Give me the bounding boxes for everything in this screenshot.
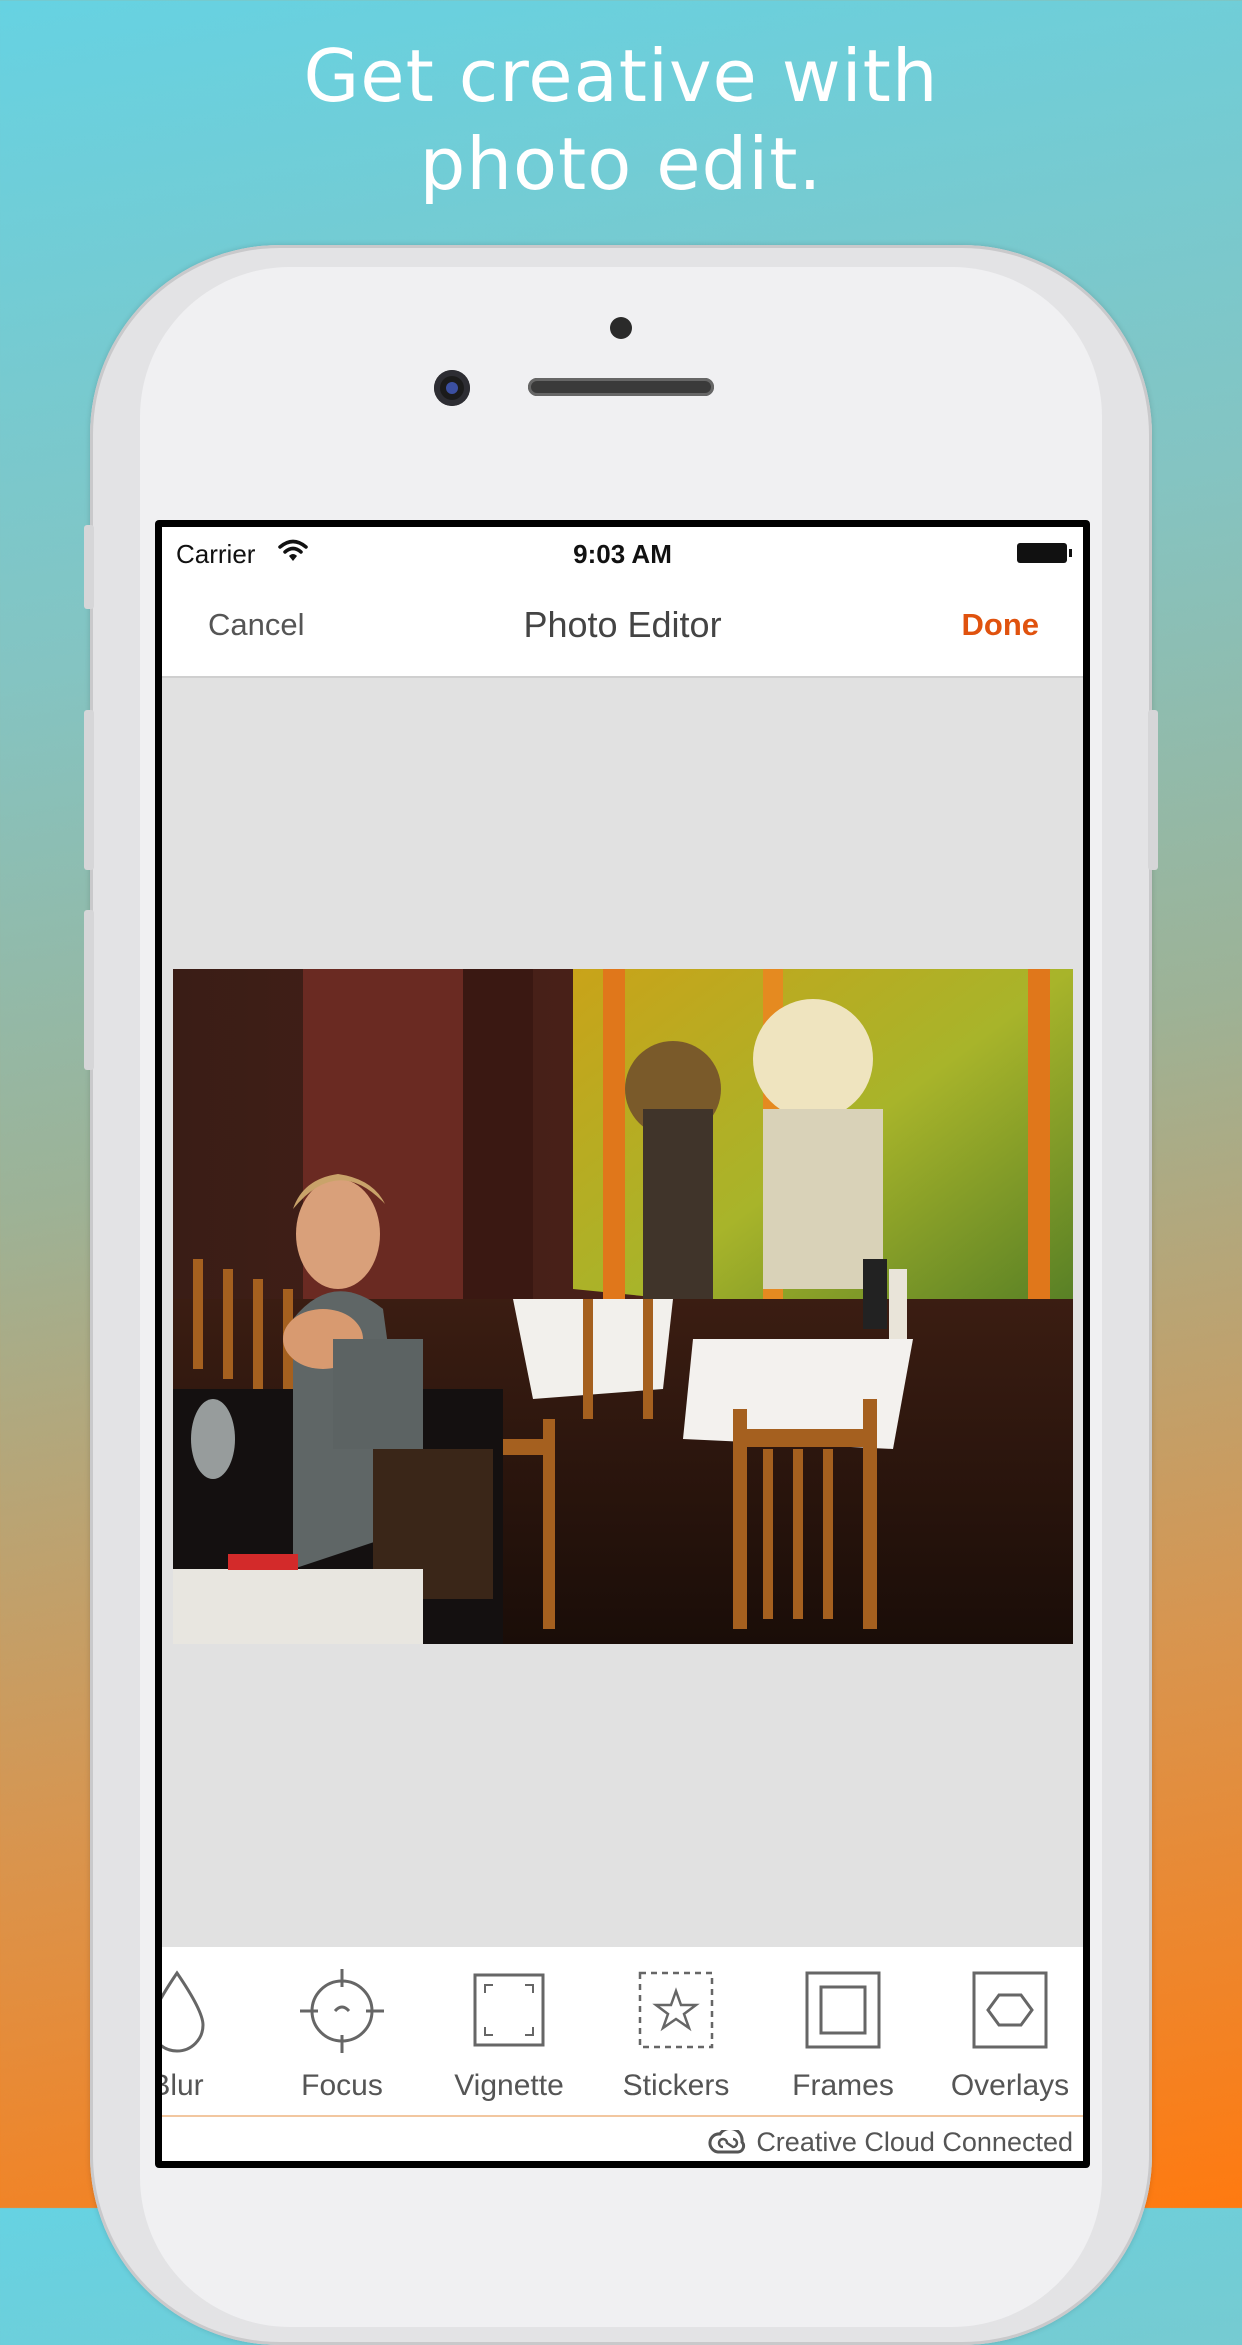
tool-overlays[interactable]: Overlays (930, 1967, 1083, 2103)
tool-label: Overlays (950, 2069, 1070, 2102)
tool-focus[interactable]: Focus (262, 1967, 422, 2103)
power-button (1148, 710, 1158, 870)
crosshair-icon (300, 1969, 384, 2053)
tool-label: Frames (792, 2069, 894, 2102)
tool-label: Stickers (622, 2069, 730, 2102)
status-bar: Carrier 9:03 AM (162, 527, 1083, 577)
drop-icon (162, 1970, 205, 2053)
done-button[interactable]: Done (962, 607, 1040, 643)
creative-cloud-badge: Creative Cloud Connected (708, 2127, 1073, 2158)
tool-bar: Blur Focus (162, 1947, 1083, 2161)
navigation-bar: Cancel Photo Editor Done (162, 577, 1083, 678)
hexagon-icon (972, 1971, 1048, 2049)
photo-canvas[interactable] (173, 969, 1073, 1644)
creative-cloud-icon (708, 2129, 746, 2153)
tool-label: Vignette (454, 2069, 564, 2102)
volume-down-button (84, 910, 94, 1070)
tool-label: Blur (162, 2069, 204, 2102)
volume-up-button (84, 710, 94, 870)
restaurant-photo (173, 969, 1073, 1644)
earpiece-speaker (528, 378, 714, 396)
proximity-sensor (610, 317, 632, 339)
tool-blur[interactable]: Blur (162, 1967, 257, 2103)
toolbar-divider (162, 2115, 1083, 2117)
app-display: Carrier 9:03 AM Cancel Photo Editor Done (162, 527, 1083, 2161)
headline: Get creative with photo edit. (0, 32, 1242, 208)
tool-frames[interactable]: Frames (763, 1967, 923, 2103)
headline-line-2: photo edit. (419, 122, 823, 206)
page-title: Photo Editor (523, 604, 722, 645)
frame-icon (805, 1971, 881, 2049)
tool-label: Focus (301, 2069, 383, 2102)
vignette-icon (473, 1973, 545, 2047)
mute-switch (84, 525, 94, 609)
front-camera (434, 370, 470, 406)
phone-screen: Carrier 9:03 AM Cancel Photo Editor Done (155, 520, 1090, 2168)
status-time: 9:03 AM (573, 539, 672, 569)
star-icon (638, 1971, 714, 2049)
tool-vignette[interactable]: Vignette (429, 1967, 589, 2103)
tool-stickers[interactable]: Stickers (596, 1967, 756, 2103)
battery-icon (1017, 543, 1072, 563)
creative-cloud-label: Creative Cloud Connected (756, 2127, 1073, 2157)
headline-line-1: Get creative with (303, 34, 939, 118)
